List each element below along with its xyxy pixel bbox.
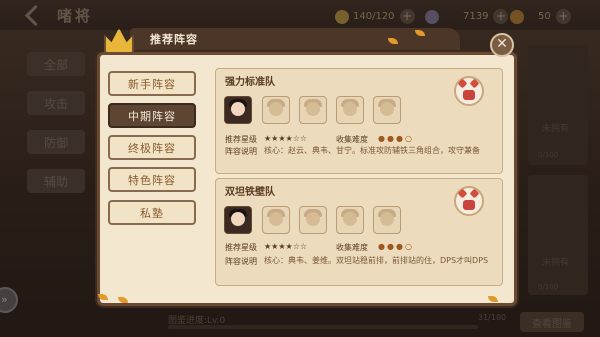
tab-special-lineup[interactable]: 特色阵容 bbox=[108, 167, 196, 192]
close-button[interactable]: ✕ bbox=[490, 33, 514, 57]
hero-portrait[interactable] bbox=[262, 96, 290, 124]
star-filled-icon: ★ bbox=[278, 242, 286, 251]
hero-portrait[interactable] bbox=[262, 206, 290, 234]
tab-ultimate-lineup[interactable]: 终极阵容 bbox=[108, 135, 196, 160]
star-filled-icon: ★ bbox=[278, 134, 286, 143]
lineup-name: 强力标准队 bbox=[225, 77, 275, 88]
hero-portrait[interactable] bbox=[224, 96, 252, 124]
rating-label: 推荐星级 bbox=[225, 243, 257, 252]
hero-portrait[interactable] bbox=[299, 96, 327, 124]
star-filled-icon: ★ bbox=[285, 134, 293, 143]
difficulty-filled-icon: ● bbox=[386, 242, 394, 251]
difficulty-filled-icon: ● bbox=[378, 134, 385, 143]
hero-portrait[interactable] bbox=[373, 206, 401, 234]
star-empty-icon: ☆ bbox=[292, 242, 300, 251]
star-empty-icon: ☆ bbox=[292, 134, 300, 143]
hero-portrait[interactable] bbox=[336, 96, 364, 124]
rating-stars: ★★★★☆☆ bbox=[264, 134, 307, 143]
difficulty-label: 收集难度 bbox=[336, 243, 368, 252]
lineup-description: 核心：赵云、典韦、甘宁。标准攻防辅铁三角组合，攻守兼备 bbox=[264, 146, 480, 155]
tab-private-school[interactable]: 私塾 bbox=[108, 200, 196, 225]
mascot-avatar bbox=[454, 76, 484, 106]
description-label: 阵容说明 bbox=[225, 257, 257, 266]
lineup-name: 双坦铁壁队 bbox=[225, 187, 275, 198]
difficulty-filled-icon: ● bbox=[378, 242, 385, 251]
tab-beginner-lineup[interactable]: 新手阵容 bbox=[108, 71, 196, 96]
lineup-description: 核心：典韦、姜维。双坦站稳前排，前排站的住，DPS才叫DPS bbox=[264, 256, 489, 265]
hero-portrait[interactable] bbox=[224, 206, 252, 234]
star-empty-icon: ☆ bbox=[299, 134, 308, 143]
difficulty-empty-icon: ○ bbox=[404, 134, 412, 143]
rating-stars: ★★★★☆☆ bbox=[264, 242, 307, 251]
hero-portrait[interactable] bbox=[336, 206, 364, 234]
difficulty-icons: ● ● ● ○ bbox=[378, 134, 414, 143]
difficulty-empty-icon: ○ bbox=[404, 242, 412, 251]
difficulty-filled-icon: ● bbox=[386, 134, 394, 143]
hero-portrait[interactable] bbox=[373, 96, 401, 124]
difficulty-label: 收集难度 bbox=[336, 135, 368, 144]
rating-label: 推荐星级 bbox=[225, 135, 257, 144]
star-filled-icon: ★ bbox=[285, 242, 293, 251]
difficulty-icons: ● ● ● ○ bbox=[378, 242, 414, 251]
difficulty-filled-icon: ● bbox=[395, 242, 403, 251]
star-empty-icon: ☆ bbox=[299, 242, 308, 251]
dialog-title: 推荐阵容 bbox=[150, 33, 198, 46]
difficulty-filled-icon: ● bbox=[395, 134, 403, 143]
mascot-avatar bbox=[454, 186, 484, 216]
description-label: 阵容说明 bbox=[225, 147, 257, 156]
hero-portrait[interactable] bbox=[299, 206, 327, 234]
tab-midgame-lineup[interactable]: 中期阵容 bbox=[108, 103, 196, 128]
